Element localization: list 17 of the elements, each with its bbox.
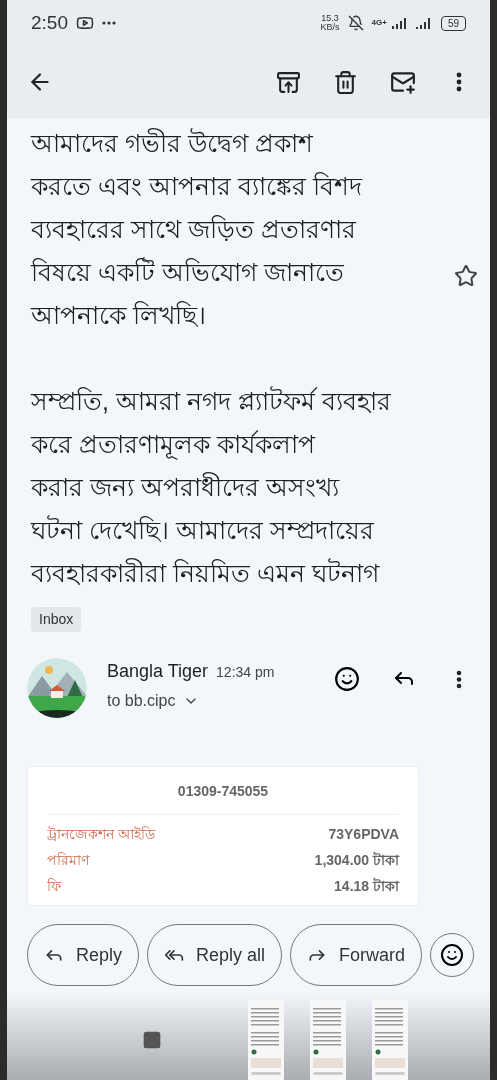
network-type: 4G+	[371, 17, 387, 30]
label-chip: Inbox	[31, 607, 82, 633]
network-speed: 15.3 KB/s	[320, 14, 340, 33]
merchant-phone: 01309-745055	[177, 782, 269, 802]
receipt-label: ট্রানজেকশন আইডি	[47, 825, 155, 845]
clock: 2:50	[31, 11, 68, 35]
message-time: 12:34 pm	[216, 663, 275, 683]
receipt-value: 1,304.00 টাকা	[314, 851, 399, 871]
sender-name: Bangla Tiger	[107, 660, 209, 684]
receipt-value: 14.18 টাকা	[334, 877, 399, 897]
battery-indicator: 59	[440, 15, 466, 31]
message-paragraph: সম্প্রতি, আমরা নগদ প্ল্যাটফর্ম ব্যবহার করে প্রতারণামূলক কার্যকলাপ করার জন্য অপরাধীদের অসংখ্য ঘটনা দেখেছি। আমাদের সম্প্রদায়ের ব্যবহারকারীরা নিয়মিত এমন ঘটনাগ	[31, 385, 391, 590]
message-paragraph: আমাদের গভীর উদ্বেগ প্রকাশ করতে এবং আপনার ব্যাঙ্কের বিশদ ব্যবহারের সাথে জড়িত প্রতারণার বিষয়ে একটি অভিযোগ জানাতে আপনাকে লিখছি।	[31, 127, 362, 332]
receipt-label: ফি	[47, 877, 61, 897]
recipient-toggle[interactable]: to bb.cipc	[107, 689, 275, 714]
receipt-label: পরিমাণ	[47, 851, 89, 871]
receipt-value: 73Y6PDVA	[328, 825, 399, 845]
